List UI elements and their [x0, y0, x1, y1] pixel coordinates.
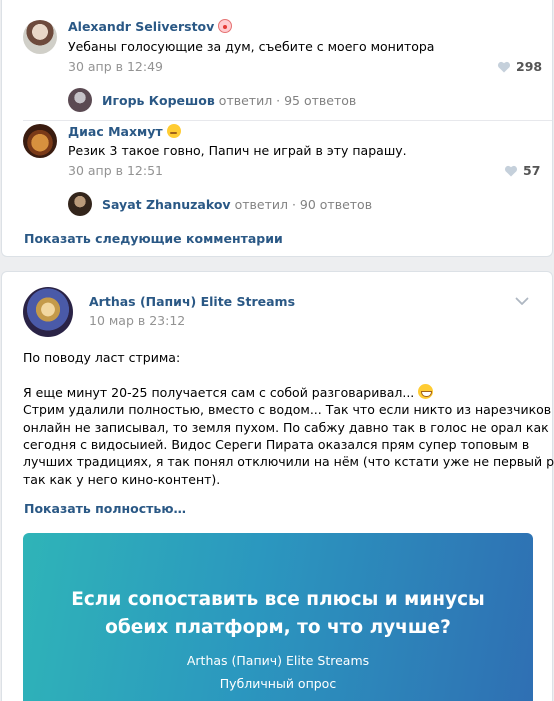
comments-card: Alexandr Seliverstov Уебаны голосующие з… — [1, 0, 553, 257]
like-count: 57 — [523, 163, 541, 178]
reply-thread[interactable]: Игорь Корешов ответил · 95 ответов — [68, 88, 356, 112]
post-text-line: лучших традициях, я так понял отключили … — [23, 454, 554, 470]
poll-card[interactable]: Если сопоставить все плюсы и минусы обеи… — [23, 533, 533, 701]
comment-date[interactable]: 30 апр в 12:51 — [68, 163, 163, 178]
like-count: 298 — [516, 59, 543, 74]
heart-icon — [497, 61, 511, 72]
post-text-line: Я еще минут 20-25 получается сам с собой… — [23, 383, 533, 401]
post-author-avatar[interactable] — [23, 287, 73, 337]
post-text-line: По поводу ласт стрима: — [23, 350, 181, 365]
show-more-comments-link[interactable]: Показать следующие комментарии — [24, 231, 283, 246]
post-text: По поводу ласт стрима: Я еще минут 20-25… — [23, 349, 554, 488]
heart-icon — [504, 165, 518, 176]
poll-type: Публичный опрос — [219, 676, 337, 691]
post-text-line — [23, 366, 533, 383]
reply-thread[interactable]: Sayat Zhanuzakov ответил · 90 ответов — [68, 192, 372, 216]
post-text-line: онлайн не записывал, то земля пухом. По … — [23, 419, 549, 435]
post-text-line: Стрим удалили полностью, вместо с водом.… — [23, 402, 552, 418]
comment-text: Уебаны голосующие за дум, съебите с моег… — [68, 39, 435, 54]
comment-author[interactable]: Alexandr Seliverstov — [68, 19, 233, 34]
comment-date[interactable]: 30 апр в 12:49 — [68, 59, 163, 74]
reply-avatar — [68, 88, 92, 112]
reply-author[interactable]: Игорь Корешов — [102, 93, 215, 108]
chevron-down-icon[interactable] — [515, 297, 529, 306]
post-author[interactable]: Arthas (Папич) Elite Streams — [89, 294, 295, 309]
like-button[interactable]: 57 — [504, 163, 540, 178]
show-full-link[interactable]: Показать полностью… — [24, 501, 186, 516]
post-card: Arthas (Папич) Elite Streams 10 мар в 23… — [1, 271, 554, 701]
comment-author[interactable]: Диас Махмут — [68, 124, 181, 139]
poll-question: Если сопоставить все плюсы и минусы — [71, 589, 485, 610]
grinning-emoji — [418, 383, 434, 399]
reply-author[interactable]: Sayat Zhanuzakov — [102, 197, 231, 212]
like-button[interactable]: 298 — [497, 59, 542, 74]
post-date[interactable]: 10 мар в 23:12 — [89, 313, 185, 328]
reply-avatar — [68, 192, 92, 216]
poll-author: Arthas (Папич) Elite Streams — [186, 653, 370, 668]
reply-meta[interactable]: ответил · 95 ответов — [219, 93, 356, 108]
post-text-line: так как у него кино-контент). — [23, 471, 221, 487]
post-text-line: сегодня с видосыией. Видос Сереги Пирата… — [23, 437, 530, 453]
comment-text: Резик 3 такое говно, Папич не играй в эт… — [68, 143, 407, 158]
commenter-avatar[interactable] — [23, 124, 57, 158]
reply-meta[interactable]: ответил · 90 ответов — [235, 197, 372, 212]
commenter-avatar[interactable] — [23, 20, 57, 54]
comment-divider — [23, 120, 552, 121]
sly-face-emoji — [166, 124, 181, 138]
poll-question: обеих платформ, то что лучше? — [105, 617, 451, 638]
clown-emoji — [218, 19, 233, 33]
